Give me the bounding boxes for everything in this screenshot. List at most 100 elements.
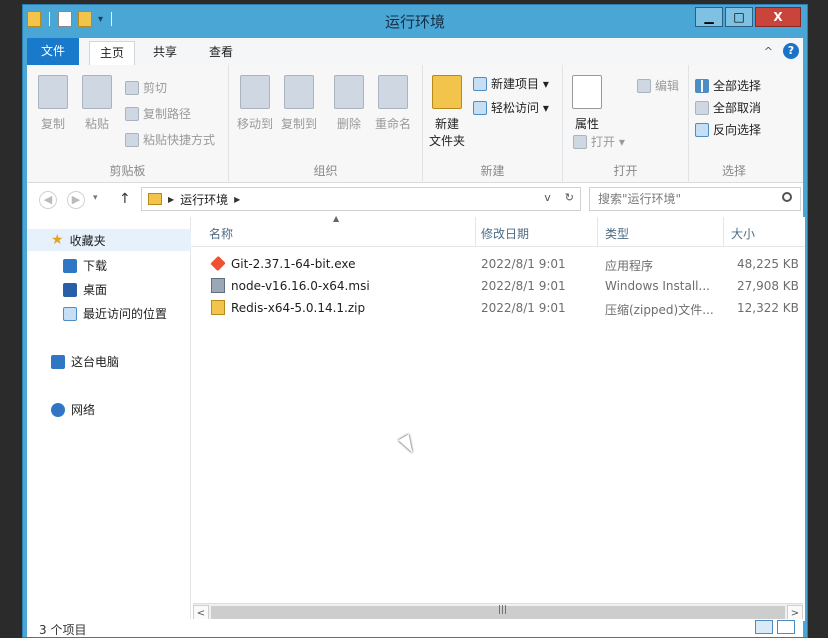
help-icon[interactable]: ? [783,43,799,59]
new-item-button[interactable]: 新建项目 ▾ [473,75,549,92]
column-divider[interactable] [475,217,476,247]
open-icon [573,134,587,149]
group-select: 全部选择 全部取消 反向选择 选择 [689,65,779,183]
nav-item-downloads[interactable]: 下载 [63,257,107,274]
tab-view[interactable]: 查看 [199,41,243,65]
file-row[interactable]: Git-2.37.1-64-bit.exe 2022/8/1 9:01 应用程序… [191,253,805,275]
column-headers: ▲ 名称 修改日期 类型 大小 [191,214,805,247]
search-icon[interactable] [782,192,792,202]
copy-icon [38,75,68,109]
edit-button[interactable]: 编辑 [637,77,679,94]
refresh-icon[interactable]: ↻ [565,191,574,204]
copy-label: 复制 [40,117,65,131]
copy-button[interactable]: 复制 [37,75,69,132]
scissors-icon [125,80,139,95]
easy-access-button[interactable]: 轻松访问 ▾ [473,99,549,116]
nav-label-recent: 最近访问的位置 [83,307,168,321]
star-icon: ★ [51,232,64,248]
cut-button[interactable]: 剪切 [125,79,167,96]
nav-item-favorites[interactable]: ★ 收藏夹 [27,229,191,251]
delete-button[interactable]: 删除 [333,75,365,132]
file-row[interactable]: node-v16.16.0-x64.msi 2022/8/1 9:01 Wind… [191,275,805,297]
column-size[interactable]: 大小 [731,225,755,242]
recent-places-icon [63,306,77,321]
close-button[interactable]: X [755,7,801,27]
computer-icon [51,354,65,369]
paste-shortcut-label: 粘贴快捷方式 [143,133,216,147]
view-switcher [755,620,795,634]
large-icons-view-icon[interactable] [777,620,795,634]
address-bar[interactable]: ▶ 运行环境 ▶ v ↻ [141,187,581,211]
delete-label: 删除 [336,117,361,131]
nav-label-this-pc: 这台电脑 [71,355,120,369]
copy-path-icon [125,106,139,121]
chevron-right-icon[interactable]: ▶ [234,195,240,204]
chevron-right-icon[interactable]: ▶ [168,195,174,204]
paste-icon [82,75,112,109]
column-name[interactable]: 名称 [209,225,233,242]
rename-button[interactable]: 重命名 [373,75,413,132]
file-name[interactable]: Git-2.37.1-64-bit.exe [231,257,356,271]
file-type: 应用程序 [605,259,654,273]
group-label-organize: 组织 [313,164,338,178]
folder-icon [148,193,162,205]
nav-item-recent[interactable]: 最近访问的位置 [63,305,167,322]
tab-share[interactable]: 共享 [143,41,187,65]
copy-path-button[interactable]: 复制路径 [125,105,191,122]
navigation-pane: ★ 收藏夹 下载 桌面 最近访问的位置 这台电脑 网络 [27,217,191,621]
column-divider[interactable] [723,217,724,247]
column-type[interactable]: 类型 [605,225,629,242]
nav-item-desktop[interactable]: 桌面 [63,281,107,298]
new-folder-button[interactable]: 新建 文件夹 [427,75,467,149]
select-all-button[interactable]: 全部选择 [695,77,761,94]
copy-to-button[interactable]: 复制到 [279,75,319,132]
file-row[interactable]: Redis-x64-5.0.14.1.zip 2022/8/1 9:01 压缩(… [191,297,805,319]
paste-shortcut-button[interactable]: 粘贴快捷方式 [125,131,215,148]
details-view-icon[interactable] [755,620,773,634]
move-to-button[interactable]: 移动到 [235,75,275,132]
paste-button[interactable]: 粘贴 [81,75,113,132]
file-modified: 2022/8/1 9:01 [481,279,566,293]
title-bar: ▾ 运行环境 ▁ □ X [23,5,807,37]
minimize-button[interactable]: ▁ [695,7,723,27]
nav-label-desktop: 桌面 [83,283,108,297]
git-icon [210,255,226,272]
group-label-clipboard: 剪贴板 [109,164,146,178]
explorer-window: ▾ 运行环境 ▁ □ X 文件 主页 共享 查看 ^ ? 复制 粘贴 剪切 复制… [22,4,808,638]
group-label-new: 新建 [480,164,505,178]
window-controls: ▁ □ X [695,7,801,27]
invert-selection-label: 反向选择 [713,123,762,137]
select-none-button[interactable]: 全部取消 [695,99,761,116]
new-item-icon [473,76,487,91]
forward-button[interactable]: ▶ [67,191,85,209]
tab-home[interactable]: 主页 [89,41,136,65]
new-folder-label-2: 文件夹 [428,134,465,148]
address-controls: v ↻ [544,191,574,204]
chevron-up-icon[interactable]: ^ [764,45,773,58]
column-divider[interactable] [597,217,598,247]
file-name[interactable]: node-v16.16.0-x64.msi [231,279,370,293]
maximize-button[interactable]: □ [725,7,753,27]
search-input[interactable]: 搜索"运行环境" [589,187,801,211]
open-button[interactable]: 打开 ▾ [573,133,625,150]
recent-dropdown-icon[interactable]: ▾ [93,193,98,203]
nav-label-favorites: 收藏夹 [69,233,106,248]
nav-item-this-pc[interactable]: 这台电脑 [51,353,119,370]
scroll-thumb[interactable]: ||| [211,605,785,620]
properties-button[interactable]: 属性 [569,75,605,132]
nav-item-network[interactable]: 网络 [51,401,95,418]
search-placeholder: 搜索"运行环境" [598,192,682,206]
up-button[interactable]: ↑ [119,191,131,207]
window-title: 运行环境 [384,13,445,31]
file-name[interactable]: Redis-x64-5.0.14.1.zip [231,301,365,315]
column-modified[interactable]: 修改日期 [481,225,529,242]
item-count: 3 个项目 [39,623,87,637]
tab-file[interactable]: 文件 [27,38,80,65]
back-button[interactable]: ◀ [39,191,57,209]
group-clipboard: 复制 粘贴 剪切 复制路径 粘贴快捷方式 剪贴板 [27,65,229,183]
invert-selection-button[interactable]: 反向选择 [695,121,761,138]
address-path[interactable]: 运行环境 [180,191,228,208]
file-modified: 2022/8/1 9:01 [481,301,566,315]
chevron-down-icon[interactable]: v [544,191,551,204]
group-new: 新建 文件夹 新建项目 ▾ 轻松访问 ▾ 新建 [423,65,563,183]
